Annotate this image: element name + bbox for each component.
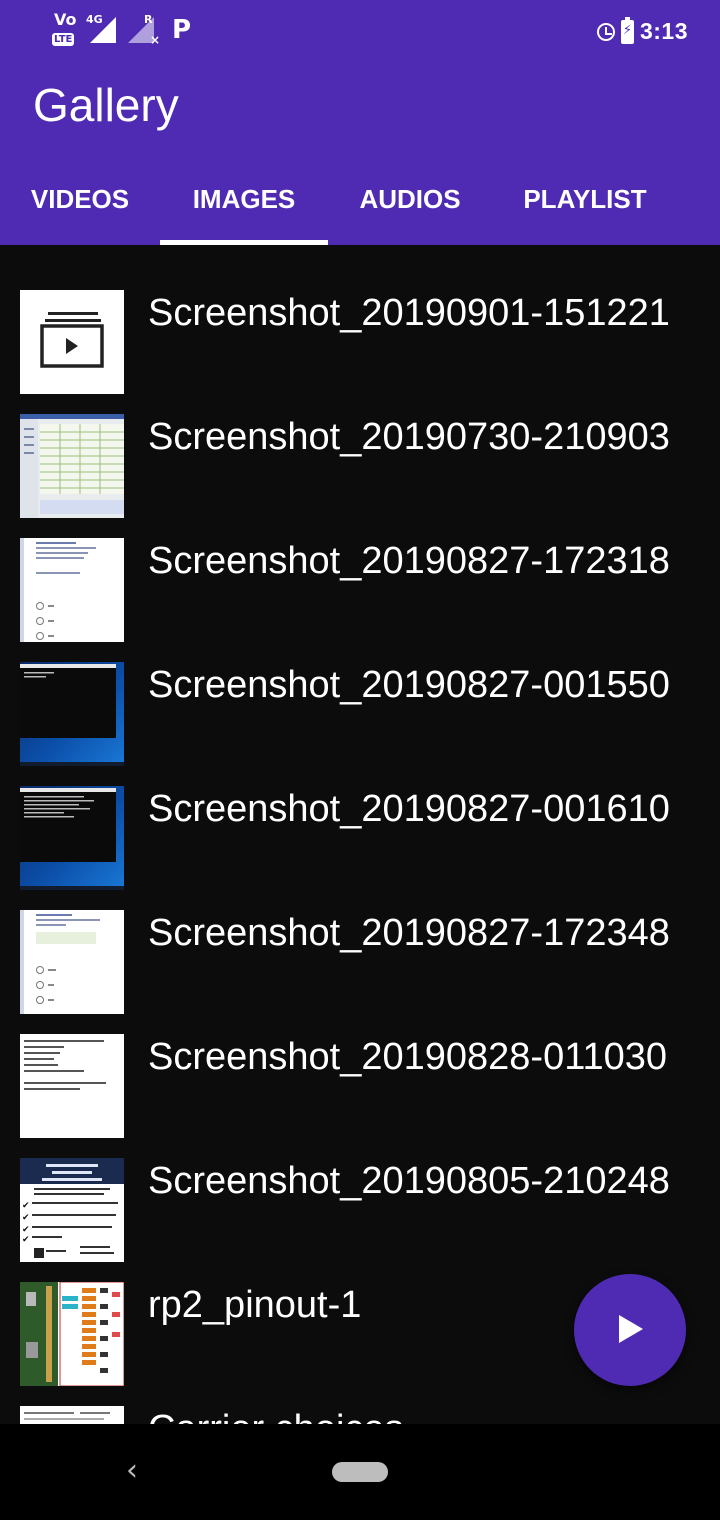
tab-images[interactable]: IMAGES bbox=[160, 165, 328, 245]
svg-text:✔: ✔ bbox=[22, 1225, 30, 1235]
form-thumbnail bbox=[20, 910, 124, 1014]
document-thumbnail bbox=[20, 1406, 124, 1425]
signal-4g-icon: 4G bbox=[86, 13, 116, 43]
status-left: Vo LTE 4G R × P bbox=[52, 10, 192, 47]
list-item[interactable]: Screenshot_20190827-001610 bbox=[0, 786, 720, 910]
item-name: Screenshot_20190827-001550 bbox=[148, 664, 670, 706]
tab-bar: VIDEOS IMAGES AUDIOS PLAYLIST bbox=[0, 165, 720, 245]
system-nav-bar: ‹ bbox=[0, 1424, 720, 1520]
item-name: Screenshot_20190827-172318 bbox=[148, 540, 670, 582]
tab-playlist[interactable]: PLAYLIST bbox=[492, 165, 678, 245]
play-fab-button[interactable] bbox=[574, 1274, 686, 1386]
page-title: Gallery bbox=[33, 79, 179, 131]
app-bar: VoLTE 4G R× P 3:13 Gallery VIDEOS IMAGES… bbox=[0, 0, 720, 245]
list-item[interactable]: Screenshot_20190827-001550 bbox=[0, 662, 720, 786]
list-item[interactable]: Carrier choices bbox=[0, 1406, 720, 1425]
alarm-icon bbox=[596, 22, 615, 41]
status-right: 3:13 bbox=[596, 16, 688, 45]
list-item[interactable]: Screenshot_20190827-172348 bbox=[0, 910, 720, 1034]
item-name: rp2_pinout-1 bbox=[148, 1284, 362, 1326]
desktop-terminal-thumbnail bbox=[20, 662, 124, 766]
item-name: Screenshot_20190827-172348 bbox=[148, 912, 670, 954]
status-bar: VoLTE 4G R× P 3:13 bbox=[0, 0, 720, 66]
p-app-icon: P bbox=[172, 15, 192, 45]
svg-text:✔: ✔ bbox=[22, 1201, 30, 1211]
tab-audios[interactable]: AUDIOS bbox=[328, 165, 492, 245]
home-pill-icon[interactable] bbox=[332, 1462, 388, 1482]
play-icon bbox=[619, 1315, 643, 1343]
item-name: Carrier choices bbox=[148, 1408, 404, 1425]
video-placeholder-thumbnail bbox=[20, 290, 124, 394]
list-item[interactable]: Screenshot_20190730-210903 bbox=[0, 414, 720, 538]
svg-text:✔: ✔ bbox=[22, 1213, 30, 1223]
spreadsheet-thumbnail bbox=[20, 414, 124, 518]
poster-thumbnail: ✔ ✔ ✔ ✔ bbox=[20, 1158, 124, 1262]
item-name: Screenshot_20190827-001610 bbox=[148, 788, 670, 830]
status-time: 3:13 bbox=[639, 18, 688, 44]
item-name: Screenshot_20190828-011030 bbox=[148, 1036, 668, 1078]
item-name: Screenshot_20190730-210903 bbox=[148, 416, 670, 458]
svg-text:✔: ✔ bbox=[22, 1235, 30, 1245]
form-thumbnail bbox=[20, 538, 124, 642]
text-thumbnail bbox=[20, 1034, 124, 1138]
tab-playlist-label: PLAYLIST bbox=[523, 184, 647, 214]
desktop-terminal-thumbnail bbox=[20, 786, 124, 890]
signal-roaming-icon: R × bbox=[124, 13, 160, 47]
list-item[interactable]: Screenshot_20190827-172318 bbox=[0, 538, 720, 662]
back-icon[interactable]: ‹ bbox=[126, 1456, 152, 1486]
item-name: Screenshot_20190901-151221 bbox=[148, 292, 670, 334]
item-name: Screenshot_20190805-210248 bbox=[148, 1160, 670, 1202]
list-item[interactable]: ✔ ✔ ✔ ✔ Screenshot_20190805-210248 bbox=[0, 1158, 720, 1282]
volte-icon: Vo LTE bbox=[52, 10, 77, 46]
tab-images-label: IMAGES bbox=[192, 184, 296, 214]
tab-videos-label: VIDEOS bbox=[30, 184, 130, 214]
pinout-thumbnail bbox=[20, 1282, 124, 1386]
list-item[interactable]: Screenshot_20190901-151221 bbox=[0, 290, 720, 414]
battery-charging-icon bbox=[620, 16, 634, 44]
video-library-icon bbox=[40, 312, 104, 368]
list-item[interactable]: Screenshot_20190828-011030 bbox=[0, 1034, 720, 1158]
image-list[interactable]: Screenshot_20190901-151221 Screenshot_20… bbox=[0, 245, 720, 1425]
tab-audios-label: AUDIOS bbox=[359, 184, 461, 214]
tab-videos[interactable]: VIDEOS bbox=[0, 165, 160, 245]
